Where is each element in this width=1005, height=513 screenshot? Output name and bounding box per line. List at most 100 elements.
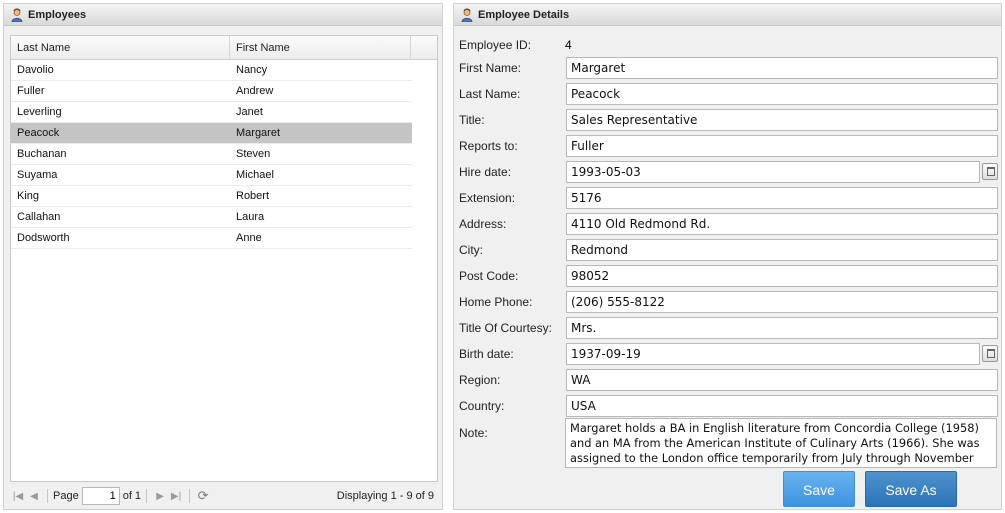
note-textarea[interactable]: Margaret holds a BA in English literatur… <box>565 418 997 468</box>
page-number-input[interactable] <box>81 487 120 505</box>
reports-to-field[interactable]: Fuller <box>566 135 998 157</box>
title-field[interactable]: Sales Representative <box>566 109 998 131</box>
user-icon <box>461 8 473 22</box>
first-name-field[interactable]: Margaret <box>566 57 998 79</box>
address-field[interactable]: 4110 Old Redmond Rd. <box>566 213 998 235</box>
extension-label: Extension: <box>459 191 516 205</box>
last-page-icon[interactable]: ▶| <box>168 491 184 502</box>
employees-panel: Employees Last Name First Name Davolio Na… <box>3 3 443 510</box>
region-row: Region: WA <box>459 369 999 393</box>
pager-separator <box>146 489 148 503</box>
cell-last-name: Callahan <box>17 211 61 223</box>
reports-to-row: Reports to: Fuller <box>459 135 999 159</box>
table-row[interactable]: Buchanan Steven <box>11 144 412 165</box>
refresh-icon[interactable]: ⟳ <box>195 488 211 504</box>
home-phone-row: Home Phone: (206) 555-8122 <box>459 291 999 315</box>
grid-header: Last Name First Name <box>11 36 437 60</box>
cell-first-name: Robert <box>236 190 270 202</box>
home-phone-field[interactable]: (206) 555-8122 <box>566 291 998 313</box>
pager-separator <box>189 489 191 503</box>
cell-first-name: Steven <box>236 148 271 160</box>
title-of-courtesy-field[interactable]: Mrs. <box>566 317 998 339</box>
note-label: Note: <box>459 426 488 440</box>
displaying-count: Displaying 1 - 9 of 9 <box>336 490 434 502</box>
cell-first-name: Nancy <box>236 64 268 76</box>
column-header-last-name[interactable]: Last Name <box>11 36 230 59</box>
cell-last-name: Peacock <box>17 127 60 139</box>
first-name-label: First Name: <box>459 61 522 75</box>
country-field[interactable]: USA <box>566 395 998 417</box>
save-as-button[interactable]: Save As <box>865 471 957 507</box>
cell-first-name: Janet <box>236 106 263 118</box>
home-phone-label: Home Phone: <box>459 295 533 309</box>
region-label: Region: <box>459 373 501 387</box>
table-row[interactable]: Peacock Margaret <box>11 123 412 144</box>
employee-id-value: 4 <box>565 38 572 52</box>
next-page-icon[interactable]: ▶ <box>152 491 168 502</box>
country-row: Country: USA <box>459 395 999 419</box>
birth-date-field[interactable]: 1937-09-19 <box>566 343 980 365</box>
hire-date-row: Hire date: 1993-05-03 <box>459 161 999 185</box>
grid-body: Davolio Nancy Fuller Andrew Leverling Janet Pe… <box>11 60 437 249</box>
extension-field[interactable]: 5176 <box>566 187 998 209</box>
title-of-courtesy-label: Title Of Courtesy: <box>459 321 552 335</box>
table-row[interactable]: Davolio Nancy <box>11 60 412 81</box>
birth-date-row: Birth date: 1937-09-19 <box>459 343 999 367</box>
city-field[interactable]: Redmond <box>566 239 998 261</box>
cell-last-name: Leverling <box>17 106 62 118</box>
cell-last-name: Suyama <box>17 169 58 181</box>
post-code-label: Post Code: <box>459 269 519 283</box>
reports-to-label: Reports to: <box>459 139 518 153</box>
birth-date-label: Birth date: <box>459 347 514 361</box>
table-row[interactable]: Fuller Andrew <box>11 81 412 102</box>
cell-last-name: Fuller <box>17 85 45 97</box>
cell-first-name: Laura <box>236 211 265 223</box>
last-name-row: Last Name: Peacock <box>459 83 999 107</box>
title-row: Title: Sales Representative <box>459 109 999 133</box>
hire-date-label: Hire date: <box>459 165 512 179</box>
cell-first-name: Margaret <box>236 127 281 139</box>
details-panel-title: Employee Details <box>478 9 570 21</box>
last-name-field[interactable]: Peacock <box>566 83 998 105</box>
first-page-icon[interactable]: |◀ <box>10 491 26 502</box>
employees-panel-title: Employees <box>28 9 87 21</box>
post-code-row: Post Code: 98052 <box>459 265 999 289</box>
cell-last-name: Dodsworth <box>17 232 70 244</box>
user-icon <box>11 8 23 22</box>
region-field[interactable]: WA <box>566 369 998 391</box>
employees-panel-header: Employees <box>4 4 442 26</box>
title-label: Title: <box>459 113 485 127</box>
save-button[interactable]: Save <box>783 471 855 507</box>
extension-row: Extension: 5176 <box>459 187 999 211</box>
page-label: Page <box>53 490 79 502</box>
table-row[interactable]: Suyama Michael <box>11 165 412 186</box>
calendar-icon[interactable] <box>982 345 998 362</box>
title-of-courtesy-row: Title Of Courtesy: Mrs. <box>459 317 999 341</box>
last-name-label: Last Name: <box>459 87 521 101</box>
pager-toolbar: |◀ ◀ Page of 1 ▶ ▶| ⟳ Displaying 1 - 9 o… <box>10 485 438 507</box>
prev-page-icon[interactable]: ◀ <box>26 491 42 502</box>
city-row: City: Redmond <box>459 239 999 263</box>
employee-id-label: Employee ID: <box>459 38 532 52</box>
country-label: Country: <box>459 399 505 413</box>
table-row[interactable]: Leverling Janet <box>11 102 412 123</box>
cell-first-name: Anne <box>236 232 262 244</box>
table-row[interactable]: Callahan Laura <box>11 207 412 228</box>
city-label: City: <box>459 243 483 257</box>
cell-last-name: Buchanan <box>17 148 67 160</box>
cell-first-name: Michael <box>236 169 274 181</box>
post-code-field[interactable]: 98052 <box>566 265 998 287</box>
calendar-icon[interactable] <box>982 163 998 180</box>
employee-id-row: Employee ID: 4 <box>459 34 999 58</box>
page-count-label: of 1 <box>122 490 142 502</box>
cell-last-name: Davolio <box>17 64 54 76</box>
column-header-first-name[interactable]: First Name <box>230 36 411 59</box>
table-row[interactable]: Dodsworth Anne <box>11 228 412 249</box>
table-row[interactable]: King Robert <box>11 186 412 207</box>
cell-first-name: Andrew <box>236 85 274 97</box>
cell-last-name: King <box>17 190 40 202</box>
hire-date-field[interactable]: 1993-05-03 <box>566 161 980 183</box>
first-name-row: First Name: Margaret <box>459 57 999 81</box>
address-label: Address: <box>459 217 507 231</box>
details-panel-header: Employee Details <box>454 4 1001 26</box>
